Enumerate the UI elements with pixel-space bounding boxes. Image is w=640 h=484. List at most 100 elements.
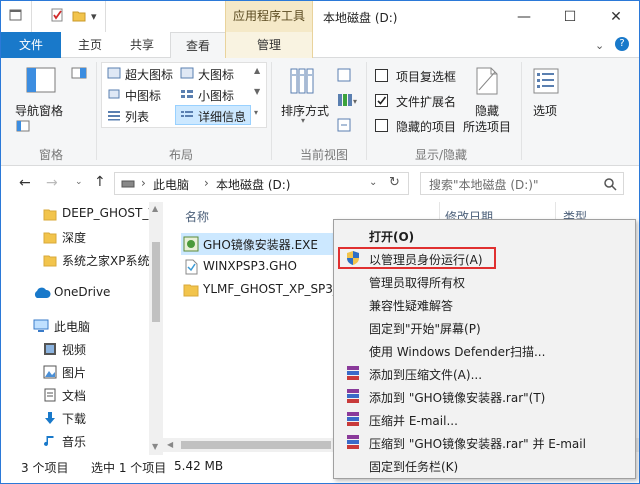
qat-dropdown-icon[interactable]: ▾ xyxy=(91,10,105,24)
recent-dropdown-icon[interactable]: ⌄ xyxy=(75,177,83,187)
nav-downloads[interactable]: 下载 xyxy=(1,407,151,429)
scroll-down-icon[interactable]: ▼ xyxy=(152,442,158,451)
layout-details[interactable]: 详细信息 xyxy=(198,108,246,125)
column-header-name[interactable]: 名称 xyxy=(185,208,209,225)
nav-this-pc[interactable]: 此电脑 xyxy=(1,315,151,337)
gallery-expand-icon[interactable]: ▾ xyxy=(254,108,258,117)
video-icon xyxy=(43,342,57,359)
breadcrumb-drive[interactable]: 本地磁盘 (D:) xyxy=(216,176,290,193)
preview-pane-icon[interactable] xyxy=(71,67,87,82)
tab-file[interactable]: 文件 xyxy=(1,32,61,58)
tab-home[interactable]: 主页 xyxy=(67,32,113,58)
hidden-items-checkbox[interactable] xyxy=(375,119,388,132)
breadcrumb-separator: › xyxy=(204,176,209,190)
size-columns-icon[interactable] xyxy=(337,118,351,135)
search-input[interactable]: 搜索"本地磁盘 (D:)" xyxy=(429,176,539,193)
large-icons-icon xyxy=(180,67,194,82)
layout-small[interactable]: 小图标 xyxy=(198,87,234,104)
nav-scroll-thumb[interactable] xyxy=(152,242,160,322)
layout-extra-large[interactable]: 超大图标 xyxy=(125,66,173,83)
ribbon-tabs: 文件 主页 共享 查看 管理 ⌄ ? xyxy=(1,32,639,59)
menu-add-to-rar[interactable]: 添加到 "GHO镜像安装器.rar"(T) xyxy=(336,385,633,407)
layout-list[interactable]: 列表 xyxy=(125,108,149,125)
nav-onedrive[interactable]: OneDrive xyxy=(1,282,151,304)
chevron-down-icon[interactable]: ⌄ xyxy=(595,39,604,52)
address-dropdown-icon[interactable]: ⌄ xyxy=(369,177,377,188)
item-checkboxes-label[interactable]: 项目复选框 xyxy=(396,68,456,85)
menu-defender-scan[interactable]: 使用 Windows Defender扫描... xyxy=(336,339,633,361)
nav-videos[interactable]: 视频 xyxy=(1,338,151,360)
tab-manage[interactable]: 管理 xyxy=(225,32,313,58)
hide-selected-line2[interactable]: 所选项目 xyxy=(463,118,511,135)
folder-icon xyxy=(183,282,199,301)
check-document-icon[interactable] xyxy=(50,8,64,22)
maximize-button[interactable]: ☐ xyxy=(547,1,593,32)
forward-arrow-icon[interactable]: → xyxy=(46,175,58,191)
minimize-button[interactable]: — xyxy=(501,1,547,32)
window-title: 本地磁盘 (D:) xyxy=(323,11,398,25)
layout-medium[interactable]: 中图标 xyxy=(125,87,161,104)
help-icon[interactable]: ? xyxy=(615,37,629,51)
gallery-scroll-down-icon[interactable]: ▼ xyxy=(254,87,260,96)
menu-compress-email[interactable]: 压缩并 E-mail... xyxy=(336,408,633,430)
group-by-icon[interactable] xyxy=(337,68,351,85)
gallery-scroll-up-icon[interactable]: ▲ xyxy=(254,66,260,75)
new-folder-icon[interactable] xyxy=(72,8,86,22)
ribbon-separator xyxy=(521,62,522,160)
nav-music[interactable]: 音乐 xyxy=(1,430,151,452)
nav-folder-shendu[interactable]: 深度 xyxy=(1,226,151,248)
hide-selected-icon[interactable] xyxy=(475,66,499,99)
tab-view[interactable]: 查看 xyxy=(170,32,226,59)
music-note-icon xyxy=(43,434,57,451)
file-extensions-label[interactable]: 文件扩展名 xyxy=(396,93,456,110)
menu-pin-to-start[interactable]: 固定到"开始"屏幕(P) xyxy=(336,316,633,338)
file-row-selected[interactable]: GHO镜像安装器.EXE xyxy=(181,233,341,255)
menu-take-ownership[interactable]: 管理员取得所有权 xyxy=(336,270,633,292)
menu-compress-rar-email[interactable]: 压缩到 "GHO镜像安装器.rar" 并 E-mail xyxy=(336,431,633,453)
pane-small-icon[interactable] xyxy=(16,120,30,135)
navigation-pane-icon[interactable] xyxy=(26,67,56,96)
properties-icon[interactable] xyxy=(9,8,23,22)
sort-dropdown-icon[interactable]: ▾ xyxy=(301,116,305,125)
nav-scrollbar[interactable]: ▲ ▼ xyxy=(149,202,163,455)
cloud-icon xyxy=(33,287,51,302)
sort-by-icon[interactable] xyxy=(289,67,315,100)
back-arrow-icon[interactable]: ← xyxy=(19,175,31,191)
winrar-icon xyxy=(345,411,361,427)
options-button[interactable]: 选项 xyxy=(533,102,557,119)
item-checkboxes-checkbox[interactable] xyxy=(375,69,388,82)
breadcrumb-separator: › xyxy=(141,176,146,190)
search-icon[interactable] xyxy=(603,177,617,194)
add-columns-icon[interactable]: ▾ xyxy=(337,93,359,110)
address-row: ← → ⌄ ↑ › 此电脑 › 本地磁盘 (D:) ⌄ ↻ 搜索"本地磁盘 (D… xyxy=(1,166,639,202)
scroll-up-icon[interactable]: ▲ xyxy=(152,204,158,213)
nav-folder-deep-ghost[interactable]: DEEP_GHOST_V xyxy=(1,203,157,225)
refresh-icon[interactable]: ↻ xyxy=(389,175,400,190)
ribbon-separator xyxy=(271,62,272,160)
options-icon[interactable] xyxy=(533,68,559,97)
search-box[interactable]: 搜索"本地磁盘 (D:)" xyxy=(420,172,624,195)
hide-selected-line1[interactable]: 隐藏 xyxy=(475,102,499,119)
menu-compat-troubleshoot[interactable]: 兼容性疑难解答 xyxy=(336,293,633,315)
ribbon: 导航窗格 窗格 超大图标 大图标 中图标 小图标 列表 详细信息 ▲ ▼ ▾ 布… xyxy=(1,58,639,166)
nav-documents[interactable]: 文档 xyxy=(1,384,151,406)
breadcrumb-this-pc[interactable]: 此电脑 xyxy=(153,176,189,193)
scroll-left-icon[interactable]: ◀ xyxy=(167,440,173,449)
qat-divider xyxy=(31,1,32,32)
current-view-group-label: 当前视图 xyxy=(299,148,348,162)
close-button[interactable]: ✕ xyxy=(593,1,639,32)
menu-pin-to-taskbar[interactable]: 固定到任务栏(K) xyxy=(336,454,633,476)
nav-folder-xitongzhijia[interactable]: 系统之家XP系统 xyxy=(1,249,151,271)
hidden-items-label[interactable]: 隐藏的项目 xyxy=(396,118,456,135)
hscroll-thumb[interactable] xyxy=(181,441,331,449)
navigation-pane-button[interactable]: 导航窗格 xyxy=(15,102,63,119)
up-arrow-icon[interactable]: ↑ xyxy=(94,174,106,190)
file-extensions-checkbox[interactable] xyxy=(375,94,388,107)
menu-add-to-archive[interactable]: 添加到压缩文件(A)... xyxy=(336,362,633,384)
tab-share[interactable]: 共享 xyxy=(119,32,165,58)
menu-open[interactable]: 打开(O) xyxy=(336,224,633,246)
layout-large[interactable]: 大图标 xyxy=(198,66,234,83)
nav-pictures[interactable]: 图片 xyxy=(1,361,151,383)
address-bar[interactable]: › 此电脑 › 本地磁盘 (D:) ⌄ ↻ xyxy=(114,172,409,195)
gho-file-icon xyxy=(183,259,199,278)
